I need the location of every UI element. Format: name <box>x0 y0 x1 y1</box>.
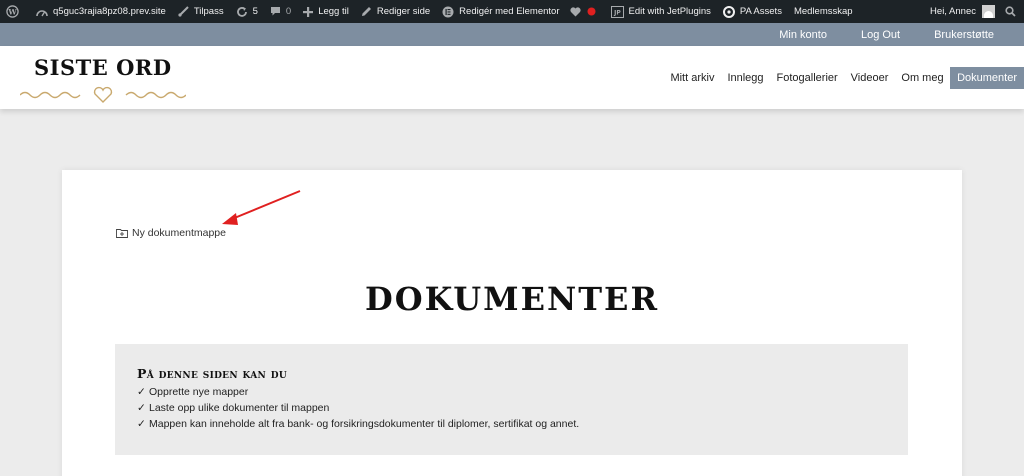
comment-icon <box>270 6 281 17</box>
wp-admin-bar: W q5guc3rajia8pz08.prev.site Tilpass 5 0… <box>0 0 1024 23</box>
content-card: Ny dokumentmappe DOKUMENTER På denne sid… <box>62 170 962 476</box>
site-name: q5guc3rajia8pz08.prev.site <box>53 6 166 17</box>
elementor-label: Redigér med Elementor <box>459 6 560 17</box>
pencil-icon <box>361 6 372 17</box>
check-icon: ✓ <box>137 386 146 398</box>
utility-bar: Min konto Log Out Brukerstøtte <box>0 23 1024 46</box>
edit-page-label: Rediger side <box>376 6 431 17</box>
logout-link[interactable]: Log Out <box>861 29 900 41</box>
refresh-icon <box>236 6 248 18</box>
page-title: DOKUMENTER <box>364 280 660 318</box>
comments-count: 0 <box>285 6 292 17</box>
new-content-menu[interactable]: Legg til <box>297 0 355 23</box>
heart-menu[interactable] <box>566 0 605 23</box>
membership-label: Medlemsskap <box>793 6 853 17</box>
site-logo[interactable]: SISTE ORD <box>20 55 188 105</box>
nav-about-me[interactable]: Om meg <box>895 67 950 89</box>
wp-logo-menu[interactable]: W <box>0 0 30 23</box>
pa-assets-label: PA Assets <box>739 6 782 17</box>
membership-link[interactable]: Medlemsskap <box>788 0 859 23</box>
new-folder-label: Ny dokumentmappe <box>132 227 226 239</box>
new-folder-button[interactable]: Ny dokumentmappe <box>116 227 226 239</box>
nav-my-archive[interactable]: Mitt arkiv <box>664 67 721 89</box>
support-link[interactable]: Brukerstøtte <box>934 29 994 41</box>
greeting: Hei, Annec <box>930 6 976 17</box>
main-nav: Mitt arkiv Innlegg Fotogallerier Videoer… <box>664 67 1024 89</box>
jetplugins-icon: JP <box>610 5 624 18</box>
new-label: Legg til <box>318 6 349 17</box>
heart-icon <box>569 6 581 17</box>
updates-link[interactable]: 5 <box>230 0 264 23</box>
site-header: SISTE ORD Mitt arkiv Innlegg Fotogalleri… <box>0 46 1024 109</box>
my-account-link[interactable]: Min konto <box>779 29 827 41</box>
logo-ornament-icon <box>20 86 186 103</box>
recording-dot-icon <box>587 7 596 16</box>
brush-icon <box>178 6 189 17</box>
info-heading: På denne siden kan du <box>137 366 287 381</box>
list-item: ✓ Laste opp ulike dokumenter til mappen <box>137 402 330 414</box>
list-item: ✓ Mappen kan inneholde alt fra bank- og f… <box>137 418 580 430</box>
pa-assets-link[interactable]: PA Assets <box>717 0 788 23</box>
elementor-edit-link[interactable]: Redigér med Elementor <box>436 0 565 23</box>
customize-link[interactable]: Tilpass <box>172 0 230 23</box>
info-list: ✓ Opprette nye mapper ✓ Laste opp ulike do… <box>137 384 908 432</box>
check-icon: ✓ <box>137 402 146 414</box>
updates-count: 5 <box>252 6 258 17</box>
jetplugins-label: Edit with JetPlugins <box>628 6 711 17</box>
folder-plus-icon <box>116 228 128 238</box>
nav-documents[interactable]: Dokumenter <box>950 67 1024 89</box>
dashboard-icon <box>36 7 48 17</box>
info-box: På denne siden kan du ✓ Opprette nye mapp… <box>115 344 908 455</box>
search-toggle[interactable] <box>1001 0 1024 23</box>
account-menu[interactable]: Hei, Annec <box>924 0 1001 23</box>
plus-icon <box>303 6 314 17</box>
edit-page-link[interactable]: Rediger side <box>355 0 436 23</box>
nav-videos[interactable]: Videoer <box>844 67 895 89</box>
nav-posts[interactable]: Innlegg <box>721 67 770 89</box>
site-name-menu[interactable]: q5guc3rajia8pz08.prev.site <box>30 0 172 23</box>
jetplugins-link[interactable]: JP Edit with JetPlugins <box>605 0 717 23</box>
list-item: ✓ Opprette nye mapper <box>137 386 249 398</box>
svg-text:JP: JP <box>613 9 621 16</box>
pa-assets-icon <box>722 5 735 18</box>
wordpress-icon: W <box>6 5 19 18</box>
check-icon: ✓ <box>137 418 146 430</box>
comments-link[interactable]: 0 <box>264 0 297 23</box>
elementor-icon <box>442 6 454 18</box>
nav-photo-galleries[interactable]: Fotogallerier <box>770 67 844 89</box>
customize-label: Tilpass <box>193 6 224 17</box>
logo-text: SISTE ORD <box>34 55 172 80</box>
search-icon <box>1005 6 1016 17</box>
avatar <box>982 5 995 18</box>
svg-text:W: W <box>7 7 17 16</box>
